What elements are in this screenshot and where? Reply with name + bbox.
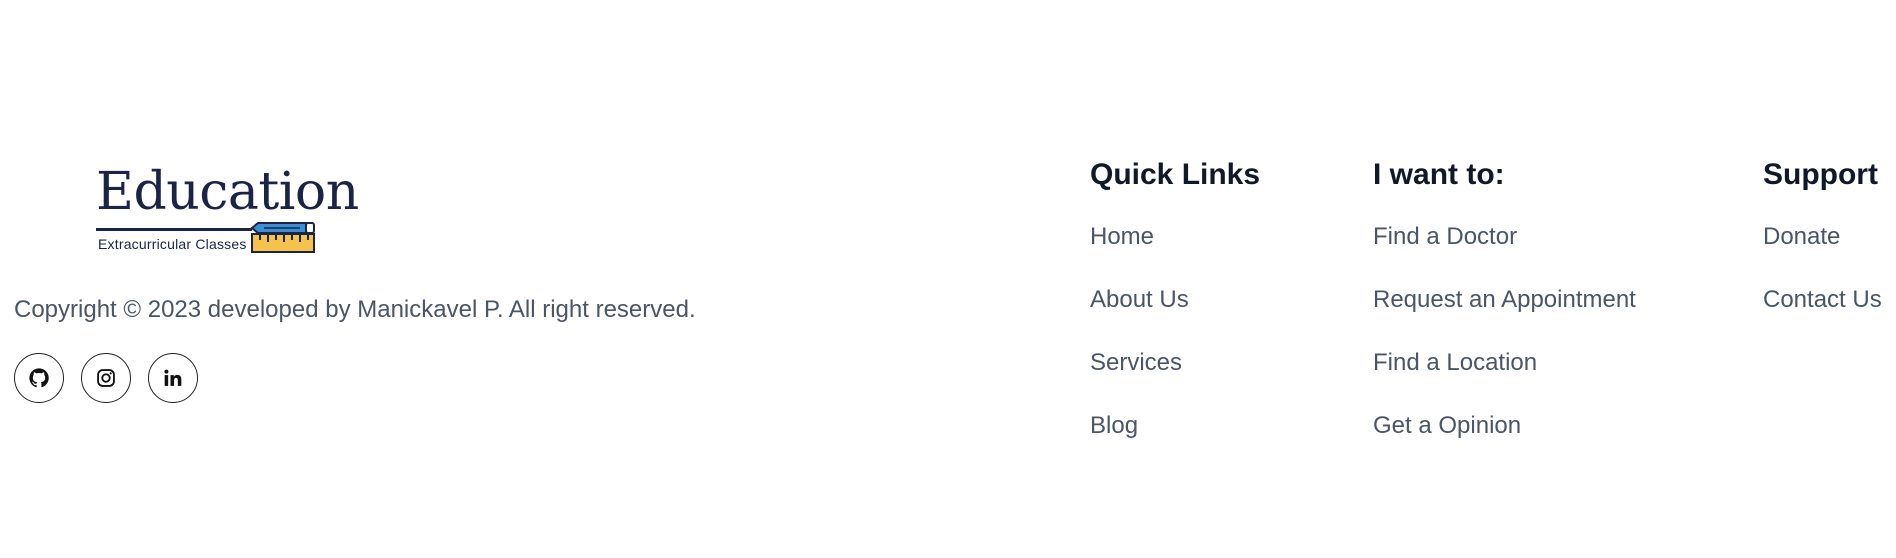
support-heading: Support: [1763, 158, 1878, 191]
link-request-appointment[interactable]: Request an Appointment: [1373, 286, 1636, 313]
i-want-to-heading: I want to:: [1373, 158, 1505, 191]
list-item: Services: [1090, 348, 1260, 411]
logo-underline: [98, 228, 252, 231]
list-item: Request an Appointment: [1373, 285, 1636, 348]
list-item: Home: [1090, 222, 1260, 285]
logo-subtitle: Extracurricular Classes: [98, 236, 247, 252]
quick-links-list: Home About Us Services Blog: [1090, 222, 1260, 474]
link-donate[interactable]: Donate: [1763, 223, 1840, 250]
copyright-text: Copyright © 2023 developed by Manickavel…: [14, 296, 696, 323]
list-item: Find a Doctor: [1373, 222, 1636, 285]
logo[interactable]: Education Extracurricular Classes: [96, 160, 359, 253]
link-find-location[interactable]: Find a Location: [1373, 349, 1537, 376]
link-get-opinion[interactable]: Get a Opinion: [1373, 412, 1521, 439]
support-column: Support Donate Contact Us: [1763, 156, 1882, 348]
link-contact-us[interactable]: Contact Us: [1763, 286, 1882, 313]
link-services[interactable]: Services: [1090, 349, 1182, 376]
list-item: Blog: [1090, 411, 1260, 474]
list-item: About Us: [1090, 285, 1260, 348]
i-want-to-column: I want to: Find a Doctor Request an Appo…: [1373, 156, 1636, 474]
list-item: Find a Location: [1373, 348, 1636, 411]
github-link[interactable]: [14, 353, 64, 403]
quick-links-heading: Quick Links: [1090, 158, 1261, 191]
link-about-us[interactable]: About Us: [1090, 286, 1189, 313]
site-footer: Education Extracurricular Classes Copyri…: [0, 0, 1896, 558]
list-item: Get a Opinion: [1373, 411, 1636, 474]
link-blog[interactable]: Blog: [1090, 412, 1138, 439]
list-item: Contact Us: [1763, 285, 1882, 348]
pencil-ruler-icon: [250, 222, 315, 253]
social-links: [14, 353, 198, 403]
support-list: Donate Contact Us: [1763, 222, 1882, 348]
instagram-icon: [97, 369, 115, 387]
linkedin-icon: [164, 369, 182, 386]
footer-brand: Education Extracurricular Classes: [14, 160, 734, 253]
link-home[interactable]: Home: [1090, 223, 1154, 250]
instagram-link[interactable]: [81, 353, 131, 403]
github-icon: [29, 368, 49, 388]
i-want-to-list: Find a Doctor Request an Appointment Fin…: [1373, 222, 1636, 474]
link-find-doctor[interactable]: Find a Doctor: [1373, 223, 1517, 250]
logo-title: Education: [96, 162, 359, 222]
quick-links-column: Quick Links Home About Us Services Blog: [1090, 156, 1260, 474]
list-item: Donate: [1763, 222, 1882, 285]
linkedin-link[interactable]: [148, 353, 198, 403]
